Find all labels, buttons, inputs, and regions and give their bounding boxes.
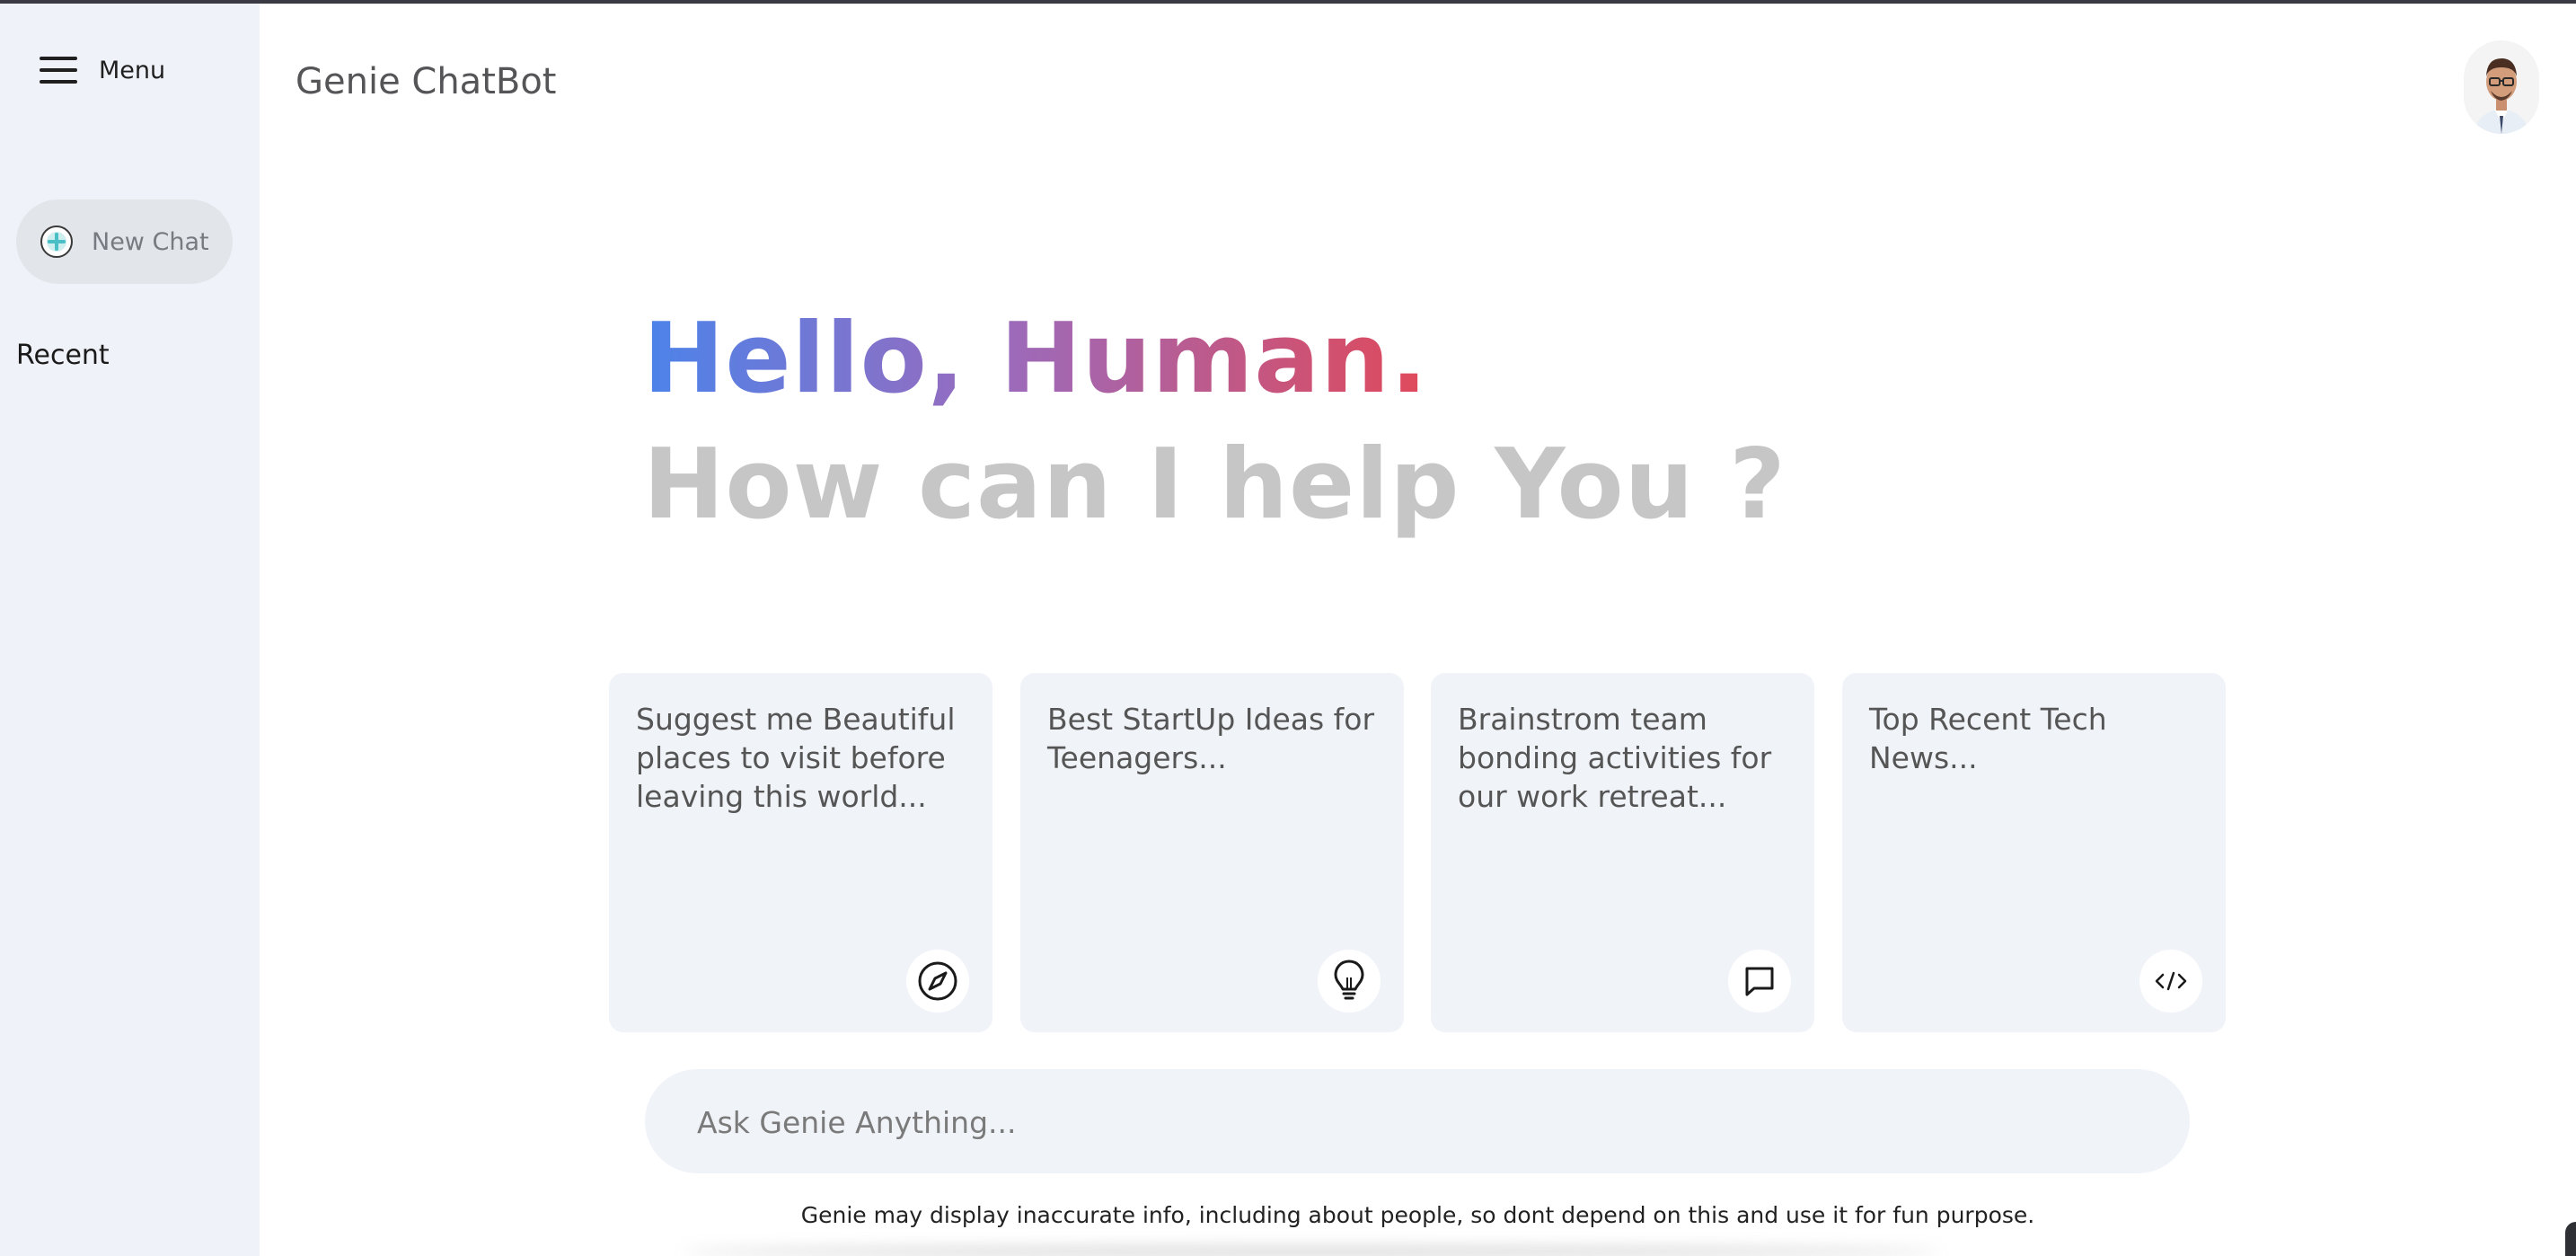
plus-circle-icon [40,226,73,258]
window-corner [2565,1222,2576,1256]
recent-heading: Recent [16,340,110,371]
message-icon [1728,950,1791,1013]
disclaimer-text: Genie may display inaccurate info, inclu… [800,1202,2035,1228]
suggestion-card-text: Suggest me Beautiful places to visit bef… [636,702,956,814]
user-avatar-image [2464,40,2539,134]
user-avatar[interactable] [2464,40,2539,134]
suggestion-card-3[interactable]: Brainstrom team bonding activities for o… [1431,673,1814,1032]
suggestion-card-text: Best StartUp Ideas for Teenagers... [1047,702,1375,775]
window-top-border [0,0,2576,4]
suggestion-card-4[interactable]: Top Recent Tech News... [1842,673,2226,1032]
menu-label: Menu [99,56,166,84]
greeting-hello: Hello, Human. [643,303,1429,415]
footer-shadow [683,1247,1940,1256]
compass-icon [906,950,969,1013]
greeting-subtitle: How can I help You ? [643,429,1786,541]
suggestion-card-1[interactable]: Suggest me Beautiful places to visit bef… [609,673,992,1032]
menu-button[interactable]: Menu [40,56,165,84]
lightbulb-icon [1318,950,1381,1013]
greeting-title: Hello, Human. [643,296,1428,422]
app-title: Genie ChatBot [296,61,557,102]
prompt-bar [645,1069,2190,1175]
code-icon [2139,950,2202,1013]
new-chat-label: New Chat [92,227,209,256]
suggestion-card-2[interactable]: Best StartUp Ideas for Teenagers... [1020,673,1404,1032]
suggestion-card-text: Top Recent Tech News... [1869,702,2107,775]
app-root: Menu New Chat Recent Genie ChatBot Hello… [0,0,2576,1256]
hamburger-menu-icon [40,57,77,84]
suggestion-card-text: Brainstrom team bonding activities for o… [1458,702,1772,814]
sidebar: Menu New Chat Recent [0,4,260,1256]
prompt-input[interactable] [695,1069,2136,1175]
new-chat-button[interactable]: New Chat [16,199,233,284]
